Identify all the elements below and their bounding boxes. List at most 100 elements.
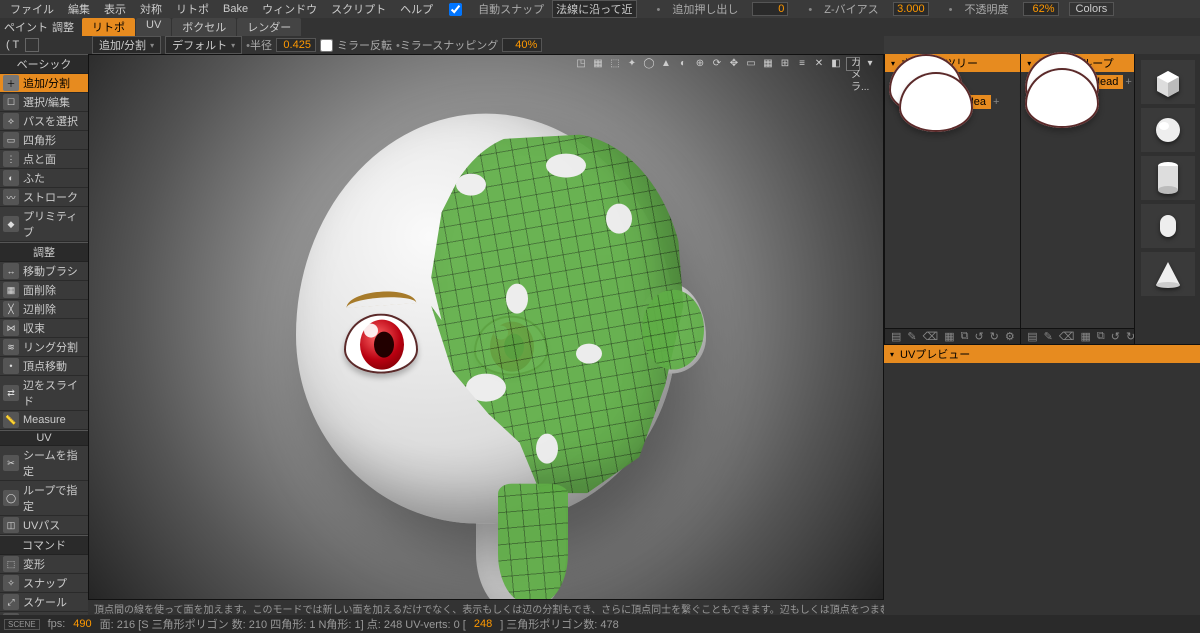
camera-combo[interactable]: カメラ... <box>846 57 860 71</box>
tool-ループで指定[interactable]: ◯ループで指定 <box>0 481 88 516</box>
viewport-icon[interactable]: ▲ <box>659 57 673 71</box>
tool-四角形[interactable]: ▭四角形 <box>0 131 88 150</box>
tree-row[interactable]: Veveleye_Hea + <box>889 94 1016 110</box>
panel-tool-icon[interactable]: ⧉ <box>1097 330 1105 343</box>
viewport-icon[interactable]: ▦ <box>761 57 775 71</box>
prim-sphere-icon[interactable] <box>1141 108 1195 152</box>
tool-面削除[interactable]: ▦面削除 <box>0 281 88 300</box>
panel-tool-icon[interactable]: ↻ <box>990 330 999 343</box>
panel-tool-icon[interactable]: ⚙ <box>1005 330 1015 343</box>
menu-view[interactable]: 表示 <box>98 1 132 17</box>
tool-スケール[interactable]: ⤢スケール <box>0 593 88 612</box>
menu-retopo[interactable]: リトポ <box>170 1 215 17</box>
viewport-icon[interactable]: ◳ <box>574 57 588 71</box>
opacity-value[interactable]: 62% <box>1023 2 1059 16</box>
scene-icon[interactable]: SCENE <box>4 619 40 630</box>
zbias-value[interactable]: 3.000 <box>893 2 929 16</box>
tool-スナップ[interactable]: ✧スナップ <box>0 574 88 593</box>
tool-辺をスライド[interactable]: ⇄辺をスライド <box>0 376 88 411</box>
mirror-checkbox[interactable] <box>320 39 333 52</box>
eyebrow-left <box>346 289 417 308</box>
tool-Measure[interactable]: 📏Measure <box>0 411 88 430</box>
mode-tweak[interactable]: 調整 <box>52 19 74 35</box>
tool-UVパス[interactable]: ◫UVパス <box>0 516 88 535</box>
viewport-icon[interactable]: ⟳ <box>710 57 724 71</box>
tool-変形[interactable]: ⬚変形 <box>0 555 88 574</box>
uv-preview-body[interactable] <box>884 363 1200 615</box>
extrude-value[interactable]: 0 <box>752 2 788 16</box>
tab-retopo[interactable]: リトポ <box>82 18 135 36</box>
add-icon[interactable]: + <box>993 96 999 108</box>
viewport-icon[interactable]: ⬚ <box>608 57 622 71</box>
viewport-icon[interactable]: ⊞ <box>778 57 792 71</box>
viewport-icon[interactable]: ▭ <box>744 57 758 71</box>
chevron-down-icon[interactable]: ▾ <box>863 57 877 71</box>
prim-cylinder-icon[interactable] <box>1141 156 1195 200</box>
tool-選択/編集[interactable]: ☐選択/編集 <box>0 93 88 112</box>
preset-combo[interactable]: デフォルト <box>165 36 242 54</box>
panel-tool-icon[interactable]: ⌫ <box>923 330 939 343</box>
tool-追加/分割[interactable]: ＋追加/分割 <box>0 74 88 93</box>
panel-tool-icon[interactable]: ▦ <box>944 330 954 343</box>
viewport-icon[interactable]: ⊕ <box>693 57 707 71</box>
uv-preview-title[interactable]: UVプレビュー <box>884 345 1200 363</box>
prim-cube-icon[interactable] <box>1141 60 1195 104</box>
tab-render[interactable]: レンダー <box>237 18 301 36</box>
panel-tool-icon[interactable]: ✎ <box>1044 330 1053 343</box>
menu-edit[interactable]: 編集 <box>62 1 96 17</box>
colors-button[interactable]: Colors <box>1069 2 1115 16</box>
panel-tool-icon[interactable]: ▤ <box>891 330 901 343</box>
panel-tool-icon[interactable]: ✎ <box>907 330 916 343</box>
menu-window[interactable]: ウィンドウ <box>256 1 323 17</box>
snapmode-combo[interactable]: 法線に沿って近 <box>552 0 636 18</box>
tool-点と面[interactable]: ⋮点と面 <box>0 150 88 169</box>
tab-voxel[interactable]: ボクセル <box>172 18 236 36</box>
tool-ストローク[interactable]: 〰ストローク <box>0 188 88 207</box>
panel-tool-icon[interactable]: ⧉ <box>961 330 969 343</box>
panel-tool-icon[interactable]: ⌫ <box>1059 330 1075 343</box>
tool-収束[interactable]: ⋈収束 <box>0 319 88 338</box>
mode-paint[interactable]: ペイント <box>4 19 48 35</box>
viewport-icon[interactable]: ◯ <box>642 57 656 71</box>
autosnap-checkbox[interactable] <box>449 3 462 16</box>
panel-tool-icon[interactable]: ↺ <box>1111 330 1120 343</box>
mirrorsnap-value[interactable]: 40% <box>502 38 542 52</box>
menu-bake[interactable]: Bake <box>217 3 254 15</box>
viewport-icon[interactable]: ◐ <box>676 57 690 71</box>
viewport-icon[interactable]: ✥ <box>727 57 741 71</box>
tool-移動ブラシ[interactable]: ↔移動ブラシ <box>0 262 88 281</box>
panel-tool-icon[interactable]: ▤ <box>1027 330 1037 343</box>
menu-symmetry[interactable]: 対称 <box>134 1 168 17</box>
tool-シームを指定[interactable]: ✂シームを指定 <box>0 446 88 481</box>
add-icon[interactable]: + <box>1125 76 1131 88</box>
panel-tool-icon[interactable]: ▦ <box>1080 330 1090 343</box>
panel-tool-icon[interactable]: ↺ <box>974 330 983 343</box>
visibility-icon[interactable] <box>1025 72 1099 128</box>
tool-icon: ⇄ <box>3 385 19 401</box>
menu-script[interactable]: スクリプト <box>325 1 392 17</box>
tool-name-combo[interactable]: 追加/分割 <box>92 36 161 54</box>
tool-リング分割[interactable]: ≋リング分割 <box>0 338 88 357</box>
tool-頂点移動[interactable]: •頂点移動 <box>0 357 88 376</box>
viewport-icon[interactable]: ✦ <box>625 57 639 71</box>
tool-プリミティブ[interactable]: ◆プリミティブ <box>0 207 88 242</box>
tool-パスを選択[interactable]: ⟡パスを選択 <box>0 112 88 131</box>
viewport-icon[interactable]: ✕ <box>812 57 826 71</box>
tool-ふた[interactable]: ◐ふた <box>0 169 88 188</box>
prim-capsule-icon[interactable] <box>1141 204 1195 248</box>
viewport-3d[interactable]: ◳▦⬚✦◯▲◐⊕⟳✥▭▦⊞≡✕◧カメラ...▾ <box>88 54 884 615</box>
text-tool-icon[interactable]: ( T <box>2 39 23 51</box>
tree-row[interactable]: Vdefa + <box>1025 90 1130 106</box>
retopo-group-tree[interactable]: Veveleye_Head +Vdefa + <box>1021 72 1134 328</box>
prim-cone-icon[interactable] <box>1141 252 1195 296</box>
menu-file[interactable]: ファイル <box>4 1 60 17</box>
viewport-icon[interactable]: ≡ <box>795 57 809 71</box>
radius-value[interactable]: 0.425 <box>276 38 316 52</box>
tab-uv[interactable]: UV <box>136 18 171 36</box>
color-swatch[interactable] <box>25 38 39 52</box>
tool-辺削除[interactable]: ╳辺削除 <box>0 300 88 319</box>
voxel-tree[interactable]: Vルート +Veveleye_Hea + <box>885 72 1020 328</box>
viewport-icon[interactable]: ◧ <box>829 57 843 71</box>
viewport-icon[interactable]: ▦ <box>591 57 605 71</box>
menu-help[interactable]: ヘルプ <box>394 1 439 17</box>
